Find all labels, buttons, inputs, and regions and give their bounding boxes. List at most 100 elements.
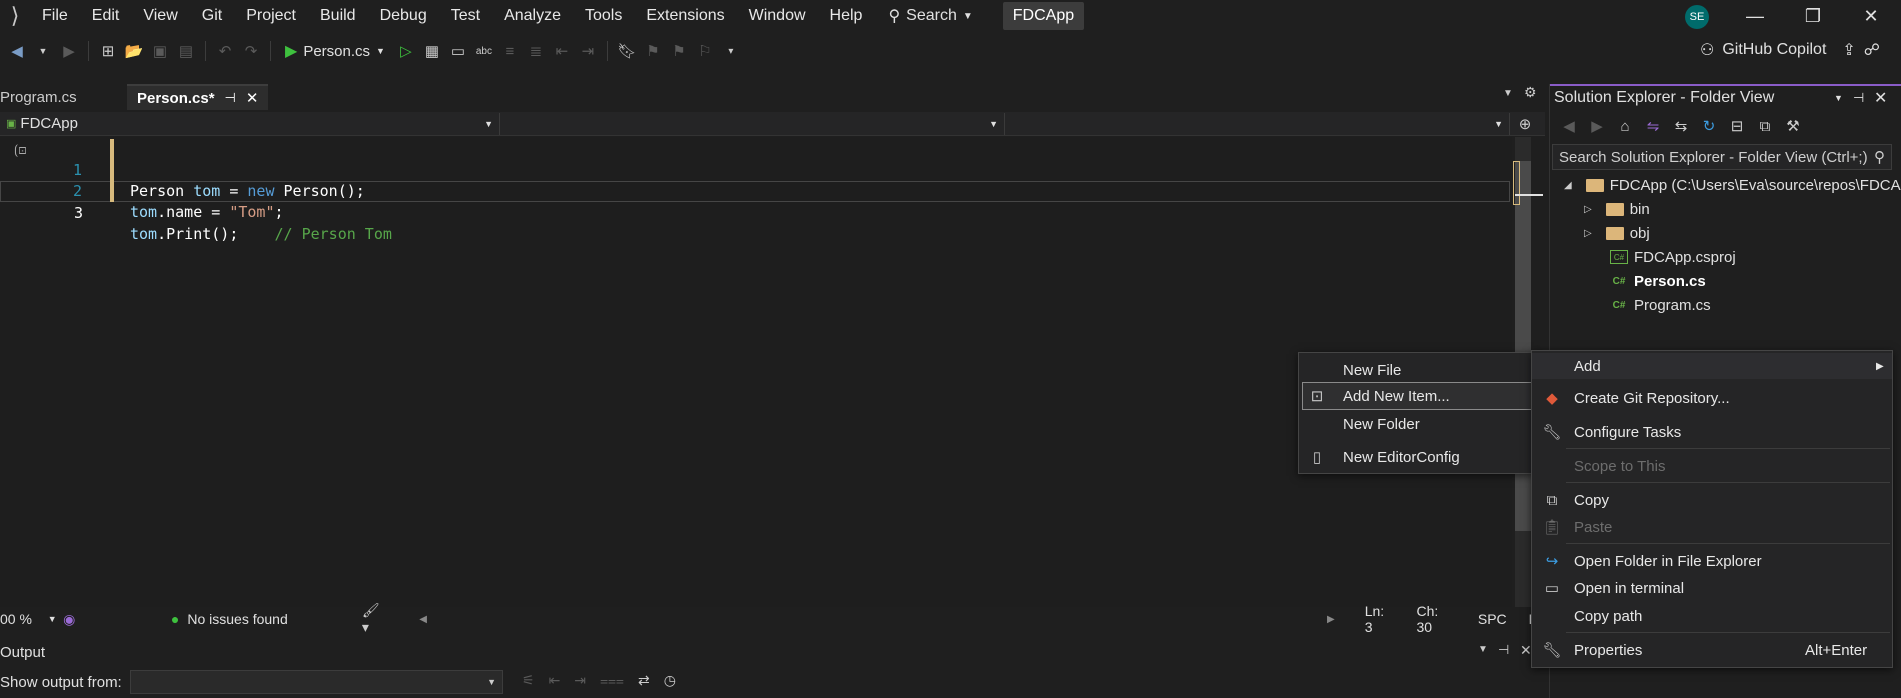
show-all-files-icon[interactable]: ⧉ (1754, 115, 1776, 137)
menu-item-new-file[interactable]: New File (1299, 357, 1533, 383)
spell-check-icon[interactable]: abc (473, 40, 495, 62)
restore-icon[interactable]: ❐ (1788, 0, 1838, 32)
format2-icon[interactable]: ≣ (525, 40, 547, 62)
switch-views-icon[interactable]: ⇋ (1642, 115, 1664, 137)
menu-extensions[interactable]: Extensions (634, 0, 736, 32)
current-code-line[interactable]: 3 tom.Print(); // Person Tom (0, 181, 1510, 243)
menu-analyze[interactable]: Analyze (492, 0, 573, 32)
start-debugging-button[interactable]: ▶ Person.cs ▼ (285, 41, 385, 61)
menu-item-add-new-item[interactable]: ⊡ Add New Item... (1302, 382, 1532, 410)
overflow-icon[interactable]: ▾ (720, 40, 742, 62)
save-all-icon[interactable]: ▤ (175, 40, 197, 62)
split-editor-icon[interactable]: ⊕ (1510, 115, 1540, 133)
indent-icon[interactable]: ⇥ (577, 40, 599, 62)
properties-icon[interactable]: ⚒ (1782, 115, 1804, 137)
chevron-down-icon[interactable]: ▼ (1478, 644, 1488, 655)
clock-icon[interactable]: ◷ (664, 672, 676, 689)
solution-explorer-search[interactable]: Search Solution Explorer - Folder View (… (1552, 144, 1892, 170)
menu-item-copy[interactable]: ⧉ Copy (1532, 487, 1892, 513)
scroll-left-icon[interactable]: ◀ (419, 614, 427, 625)
sync-icon[interactable]: ⇆ (1670, 115, 1692, 137)
save-icon[interactable]: ▣ (149, 40, 171, 62)
type-combo[interactable]: ▼ (500, 112, 1005, 135)
feedback-icon[interactable]: ☍ (1864, 40, 1880, 60)
tab-program-cs[interactable]: Program.cs (0, 84, 125, 110)
menu-item-properties[interactable]: 🔧︎ Properties Alt+Enter (1532, 637, 1892, 663)
new-project-icon[interactable]: ⊞ (97, 40, 119, 62)
close-window-icon[interactable]: ✕ (1846, 0, 1896, 32)
line-indicator[interactable]: Ln: 3 (1365, 603, 1395, 635)
pin-icon[interactable]: ⊣ (1853, 90, 1864, 106)
menu-item-copy-path[interactable]: Copy path (1532, 603, 1892, 629)
chevron-down-icon[interactable]: ▼ (48, 614, 63, 624)
visual-studio-logo-icon[interactable]: ⟩ (0, 0, 30, 32)
outdent-icon[interactable]: ⇤ (551, 40, 573, 62)
undo-icon[interactable]: ↶ (214, 40, 236, 62)
menu-project[interactable]: Project (234, 0, 308, 32)
menu-test[interactable]: Test (439, 0, 492, 32)
tab-list-dropdown-icon[interactable]: ▼ (1503, 88, 1513, 99)
menu-debug[interactable]: Debug (368, 0, 439, 32)
share-icon[interactable]: ⇪ (1842, 40, 1855, 60)
menu-tools[interactable]: Tools (573, 0, 634, 32)
menu-file[interactable]: File (30, 0, 80, 32)
back-icon[interactable]: ◀ (6, 40, 28, 62)
format-icon[interactable]: ≡ (499, 40, 521, 62)
back-icon[interactable]: ◀ (1558, 115, 1580, 137)
clear-bookmarks-icon[interactable]: ⚐ (694, 40, 716, 62)
pin-icon[interactable]: ⊣ (225, 90, 236, 106)
dropdown-icon[interactable]: ▼ (32, 40, 54, 62)
word-wrap-icon[interactable]: ⇄ (638, 672, 650, 689)
collapse-all-icon[interactable]: ⊟ (1726, 115, 1748, 137)
chevron-down-icon[interactable]: ▼ (1834, 93, 1843, 103)
project-combo[interactable]: ▣ FDCApp ▼ (0, 112, 500, 135)
next-bookmark-icon[interactable]: ⚑ (668, 40, 690, 62)
intellicode-icon[interactable]: ◉ (63, 611, 111, 628)
browse-icon[interactable]: ▦ (421, 40, 443, 62)
refresh-icon[interactable]: ↻ (1698, 115, 1720, 137)
copilot-button[interactable]: ⚇ GitHub Copilot ⇪ ☍ (1700, 40, 1880, 60)
redo-icon[interactable]: ↷ (240, 40, 262, 62)
avatar[interactable]: SE (1685, 5, 1709, 29)
collapsed-arrow-icon[interactable]: ▷ (1584, 204, 1592, 215)
code-cleanup-icon[interactable]: 🖌︎ ▾ (362, 602, 389, 636)
tree-item-program-cs[interactable]: C# Program.cs (1610, 293, 1711, 317)
home-icon[interactable]: ⌂ (1614, 115, 1636, 137)
menu-item-create-git-repository[interactable]: ◆ Create Git Repository... (1532, 385, 1892, 411)
bookmark-icon[interactable]: 🔖︎ (616, 40, 638, 62)
code-editor[interactable]: ⟮⊡ 1 Person tom = new Person(); 2 tom.na… (0, 137, 1512, 607)
forward-icon[interactable]: ▶ (58, 40, 80, 62)
output-source-select[interactable]: ▼ (130, 670, 503, 694)
collapsed-arrow-icon[interactable]: ▷ (1584, 228, 1592, 239)
tree-item-csproj[interactable]: C# FDCApp.csproj (1610, 245, 1736, 269)
tree-item-bin[interactable]: ▷ bin (1584, 197, 1650, 221)
zoom-combo[interactable]: 00 % (0, 611, 48, 627)
scroll-right-icon[interactable]: ▶ (1327, 614, 1335, 625)
menu-item-new-editorconfig[interactable]: ▯ New EditorConfig (1299, 444, 1533, 470)
menu-build[interactable]: Build (308, 0, 368, 32)
menu-item-scope-to-this[interactable]: Scope to This (1532, 453, 1892, 479)
menu-item-new-folder[interactable]: New Folder (1299, 411, 1533, 437)
menu-edit[interactable]: Edit (80, 0, 132, 32)
issues-status[interactable]: No issues found (187, 611, 349, 627)
menu-item-open-in-terminal[interactable]: ▭ Open in terminal (1532, 575, 1892, 601)
menu-help[interactable]: Help (818, 0, 875, 32)
menu-item-paste[interactable]: 📋︎ Paste (1532, 514, 1892, 540)
scrollbar-thumb[interactable] (1515, 161, 1531, 531)
minimize-icon[interactable]: — (1730, 0, 1780, 32)
column-indicator[interactable]: Ch: 30 (1416, 603, 1455, 635)
tree-item-obj[interactable]: ▷ obj (1584, 221, 1650, 245)
menu-git[interactable]: Git (190, 0, 234, 32)
prev-message-icon[interactable]: ⇤ (549, 672, 561, 689)
menu-window[interactable]: Window (737, 0, 818, 32)
code-line[interactable]: 1 Person tom = new Person(); (0, 139, 1510, 200)
pin-icon[interactable]: ⊣ (1498, 642, 1509, 658)
close-icon[interactable]: ✕ (246, 89, 259, 107)
menu-item-open-folder-in-file-explorer[interactable]: ↪ Open Folder in File Explorer (1532, 548, 1892, 574)
settings-icon[interactable]: ⚙ (1524, 84, 1537, 101)
prev-bookmark-icon[interactable]: ⚑ (642, 40, 664, 62)
member-combo[interactable]: ▼ (1005, 112, 1510, 135)
close-icon[interactable]: ✕ (1520, 642, 1532, 659)
close-icon[interactable]: ✕ (1874, 88, 1887, 108)
search-button[interactable]: ⚲ Search ▼ (888, 6, 972, 26)
